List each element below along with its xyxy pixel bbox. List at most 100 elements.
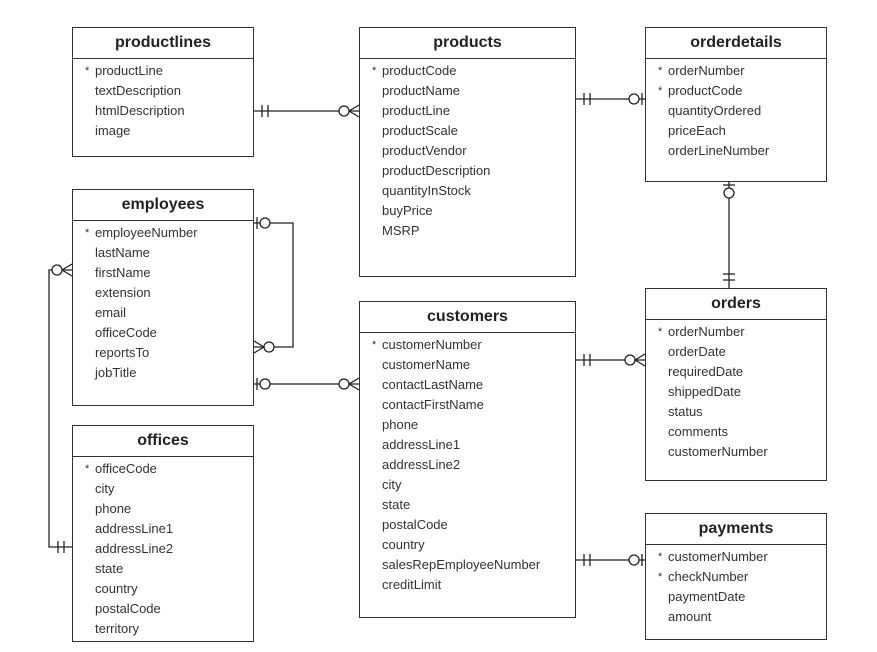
attribute-name: status [668, 404, 703, 419]
attribute-name: addressLine2 [382, 457, 461, 472]
cardinality-circle-icon [259, 378, 271, 390]
crowfoot-icon [61, 269, 73, 277]
cardinality-circle-icon [263, 341, 275, 353]
attribute: territory [85, 619, 253, 639]
primary-key-marker: * [658, 65, 663, 77]
attribute-name: MSRP [382, 223, 420, 238]
attribute-list: * employeeNumber lastName firstName extensio… [73, 221, 253, 383]
primary-key-attribute: * productCode [372, 61, 575, 81]
attribute-name: orderNumber [668, 63, 745, 78]
attribute: productLine [372, 101, 575, 121]
attribute: textDescription [85, 81, 253, 101]
attribute: priceEach [658, 121, 826, 141]
attribute-name: shippedDate [668, 384, 741, 399]
entity-products[interactable]: products * productCode productName productLi… [359, 27, 576, 277]
entity-title: employees [73, 190, 253, 221]
attribute: jobTitle [85, 363, 253, 383]
primary-key-attribute: * customerNumber [372, 335, 575, 355]
entity-title: customers [360, 302, 575, 333]
cardinality-circle-icon [338, 105, 350, 117]
attribute-name: creditLimit [382, 577, 442, 592]
attribute-name: htmlDescription [95, 103, 185, 118]
primary-key-attribute: * customerNumber [658, 547, 826, 567]
entity-title: payments [646, 514, 826, 545]
primary-key-marker: * [85, 65, 90, 77]
crowfoot-icon [348, 377, 360, 385]
attribute-name: email [95, 305, 127, 320]
attribute-name: addressLine2 [95, 541, 174, 556]
entity-productlines[interactable]: productlines * productLine textDescription h… [72, 27, 254, 157]
attribute-name: comments [668, 424, 728, 439]
attribute-name: phone [95, 501, 132, 516]
attribute-list: * productLine textDescription htmlDescripti… [73, 59, 253, 141]
entity-employees[interactable]: employees * employeeNumber lastName firstNam… [72, 189, 254, 406]
attribute: addressLine1 [85, 519, 253, 539]
cardinality-circle-icon [723, 187, 735, 199]
attribute-name: salesRepEmployeeNumber [382, 557, 541, 572]
entity-orders[interactable]: orders * orderNumber orderDate requiredDate s… [645, 288, 827, 481]
attribute-name: postalCode [95, 601, 161, 616]
primary-key-attribute: * employeeNumber [85, 223, 253, 243]
attribute: lastName [85, 243, 253, 263]
primary-key-attribute: * orderNumber [658, 61, 826, 81]
entity-title: offices [73, 426, 253, 457]
attribute: productDescription [372, 161, 575, 181]
attribute-list: * orderNumber orderDate requiredDate shipped… [646, 320, 826, 462]
attribute-name: postalCode [382, 517, 448, 532]
attribute: creditLimit [372, 575, 575, 595]
primary-key-marker: * [658, 326, 663, 338]
attribute-list: * customerNumber customerName contactLastNa… [360, 333, 575, 595]
attribute: extension [85, 283, 253, 303]
attribute-name: country [95, 581, 138, 596]
attribute-list: * officeCode city phone addressLine1 addressL… [73, 457, 253, 639]
primary-key-marker: * [372, 339, 377, 351]
attribute-name: employeeNumber [95, 225, 198, 240]
attribute: state [85, 559, 253, 579]
attribute-name: officeCode [95, 461, 157, 476]
entity-offices[interactable]: offices * officeCode city phone addressLine1 a… [72, 425, 254, 642]
entity-customers[interactable]: customers * customerNumber customerName cont… [359, 301, 576, 618]
attribute-name: productCode [382, 63, 457, 78]
cardinality-circle-icon [628, 554, 640, 566]
attribute: officeCode [85, 323, 253, 343]
attribute: status [658, 402, 826, 422]
attribute: postalCode [85, 599, 253, 619]
attribute-name: productLine [382, 103, 450, 118]
attribute-name: productCode [668, 83, 743, 98]
attribute-name: requiredDate [668, 364, 744, 379]
attribute: paymentDate [658, 587, 826, 607]
attribute-name: reportsTo [95, 345, 150, 360]
entity-title: products [360, 28, 575, 59]
crowfoot-icon [634, 353, 646, 361]
attribute-name: country [382, 537, 425, 552]
attribute: buyPrice [372, 201, 575, 221]
attribute-name: quantityOrdered [668, 103, 762, 118]
attribute: phone [85, 499, 253, 519]
attribute-name: customerName [382, 357, 471, 372]
attribute-name: productScale [382, 123, 458, 138]
attribute-name: city [95, 481, 115, 496]
attribute-name: textDescription [95, 83, 181, 98]
attribute-name: productName [382, 83, 461, 98]
attribute: contactLastName [372, 375, 575, 395]
attribute-name: extension [95, 285, 151, 300]
cardinality-circle-icon [51, 264, 63, 276]
cardinality-circle-icon [338, 378, 350, 390]
crowfoot-icon [253, 346, 265, 354]
attribute: MSRP [372, 221, 575, 241]
entity-title: orders [646, 289, 826, 320]
entity-orderdetails[interactable]: orderdetails * orderNumber * productCode quan… [645, 27, 827, 182]
attribute-name: firstName [95, 265, 151, 280]
attribute-name: customerNumber [668, 549, 768, 564]
er-diagram: productlines * productLine textDescription h… [0, 0, 877, 652]
crowfoot-icon [348, 383, 360, 391]
attribute-name: productDescription [382, 163, 491, 178]
attribute-list: * orderNumber * productCode quantityOrdered p… [646, 59, 826, 161]
primary-key-attribute: * officeCode [85, 459, 253, 479]
attribute-list: * productCode productName productLine produc… [360, 59, 575, 241]
attribute: firstName [85, 263, 253, 283]
primary-key-attribute: * productCode [658, 81, 826, 101]
entity-payments[interactable]: payments * customerNumber * checkNumber payme… [645, 513, 827, 640]
relationship-line [254, 222, 294, 348]
attribute-name: orderLineNumber [668, 143, 770, 158]
